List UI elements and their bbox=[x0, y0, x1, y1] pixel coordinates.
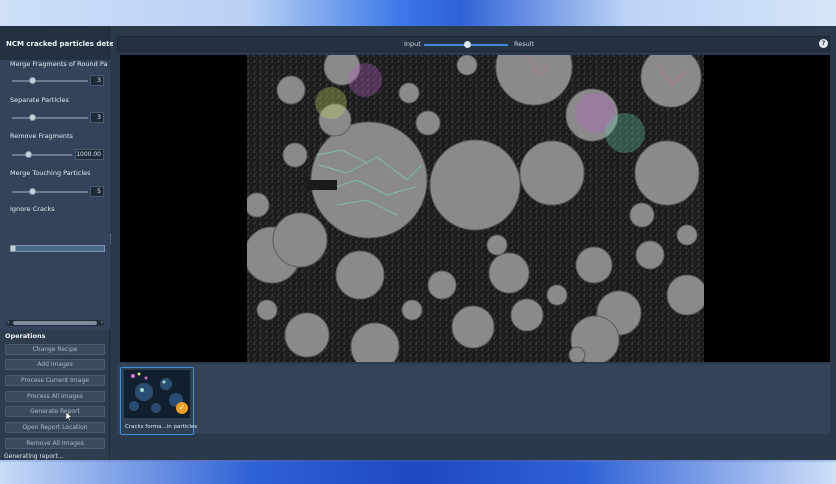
param-label: Merge Fragments of Round Particles bbox=[10, 60, 108, 68]
thumbnail-label: Cracks forma...in particles bbox=[125, 424, 198, 430]
ignore-cracks-slider[interactable] bbox=[10, 245, 105, 252]
process-all-images-button[interactable]: Process All Images bbox=[5, 391, 105, 402]
value-field[interactable]: 1000.00 bbox=[75, 149, 104, 160]
thumbnail-item[interactable]: ✓ Cracks forma...in particles bbox=[120, 367, 198, 435]
remove-all-images-button[interactable]: Remove All Images bbox=[5, 438, 105, 449]
param-label: Ignore Cracks bbox=[10, 205, 55, 213]
value-field[interactable]: 5 bbox=[90, 186, 104, 197]
param-label: Remove Fragments bbox=[10, 132, 73, 140]
operations-title: Operations bbox=[5, 332, 46, 340]
app-window: NCM cracked particles detection Merge Fr… bbox=[0, 26, 836, 460]
horizontal-scrollbar[interactable]: ‹ › bbox=[6, 319, 104, 326]
recipe-parameters: Merge Fragments of Round Particles 3 Sep… bbox=[0, 60, 110, 330]
desktop-wallpaper-top bbox=[0, 0, 836, 26]
process-current-image-button[interactable]: Process Current Image bbox=[5, 375, 105, 386]
chevron-left-icon[interactable]: ‹ bbox=[7, 319, 9, 326]
slider-track[interactable] bbox=[12, 154, 72, 156]
slider-knob[interactable] bbox=[29, 188, 36, 195]
slider-track[interactable] bbox=[12, 191, 88, 193]
generate-report-button[interactable]: Generate Report bbox=[5, 406, 105, 417]
input-label: Input bbox=[404, 40, 421, 48]
input-result-slider-knob[interactable] bbox=[464, 41, 471, 48]
chevron-right-icon[interactable]: › bbox=[101, 319, 103, 326]
micrograph-image bbox=[247, 55, 704, 362]
status-text: Generating report... bbox=[4, 453, 64, 460]
main-area: Input Result ? ✓ Cracks forma...in parti… bbox=[113, 26, 836, 460]
slider-track[interactable] bbox=[12, 117, 88, 119]
open-report-location-button[interactable]: Open Report Location bbox=[5, 422, 105, 433]
viewer-toolbar: Input Result ? bbox=[117, 36, 830, 52]
slider-knob[interactable] bbox=[29, 114, 36, 121]
help-icon[interactable]: ? bbox=[819, 39, 828, 48]
left-panel: NCM cracked particles detection Merge Fr… bbox=[0, 26, 134, 460]
slider-knob[interactable] bbox=[10, 245, 16, 252]
slider-knob[interactable] bbox=[25, 151, 32, 158]
value-field[interactable]: 3 bbox=[90, 112, 104, 123]
scrollbar-thumb[interactable] bbox=[13, 321, 97, 325]
param-label: Separate Particles bbox=[10, 96, 69, 104]
add-images-button[interactable]: Add Images bbox=[5, 359, 105, 370]
param-label: Merge Touching Particles bbox=[10, 169, 91, 177]
desktop-wallpaper-bottom bbox=[0, 462, 836, 484]
result-label: Result bbox=[514, 40, 535, 48]
change-recipe-button[interactable]: Change Recipe bbox=[5, 344, 105, 355]
thumbnail-strip: ✓ Cracks forma...in particles bbox=[117, 364, 830, 435]
panel-title: NCM cracked particles detection bbox=[0, 26, 134, 60]
cursor-icon bbox=[66, 412, 72, 421]
slider-track[interactable] bbox=[12, 80, 88, 82]
slider-knob[interactable] bbox=[29, 77, 36, 84]
value-field[interactable]: 3 bbox=[90, 75, 104, 86]
check-icon: ✓ bbox=[176, 402, 188, 414]
image-viewer[interactable] bbox=[120, 55, 830, 362]
